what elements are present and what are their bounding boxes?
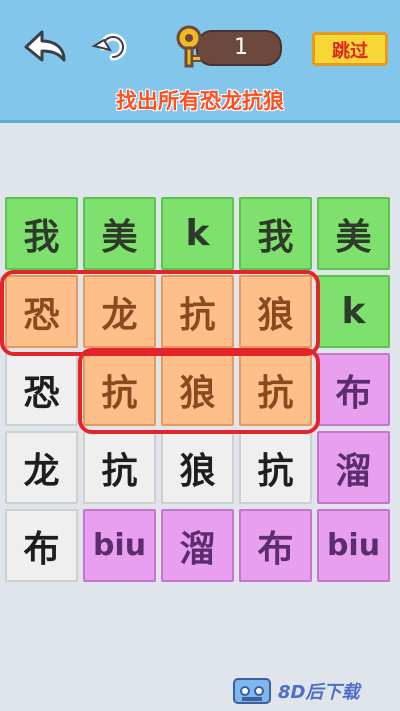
grid-tile[interactable]: biu <box>317 509 390 582</box>
grid-tile[interactable]: 布 <box>317 353 390 426</box>
grid-tile[interactable]: 抗 <box>83 353 156 426</box>
grid-tile[interactable]: k <box>161 197 234 270</box>
skip-button[interactable]: 跳过 <box>312 32 388 66</box>
cassette-icon <box>233 678 271 704</box>
footer-brand: 8D后下载 <box>232 676 392 706</box>
top-bar: 1 跳过 找出所有恐龙抗狼 <box>0 0 400 123</box>
grid-tile[interactable]: 美 <box>83 197 156 270</box>
grid-tile[interactable]: 抗 <box>239 431 312 504</box>
grid-tile[interactable]: 恐 <box>5 275 78 348</box>
instruction-text: 找出所有恐龙抗狼 <box>116 89 284 113</box>
grid-tile[interactable]: 布 <box>239 509 312 582</box>
back-arrow-icon <box>24 30 66 62</box>
word-grid: 我 美 k 我 美 恐 龙 抗 狼 k 恐 抗 狼 抗 布 龙 抗 狼 抗 溜 … <box>0 197 395 587</box>
grid-tile[interactable]: 溜 <box>161 509 234 582</box>
grid-tile[interactable]: 我 <box>239 197 312 270</box>
grid-tile[interactable]: 抗 <box>239 353 312 426</box>
grid-tile[interactable]: 溜 <box>317 431 390 504</box>
grid-tile[interactable]: 抗 <box>83 431 156 504</box>
grid-tile[interactable]: 狼 <box>161 431 234 504</box>
grid-tile[interactable]: 恐 <box>5 353 78 426</box>
refresh-icon <box>91 33 127 61</box>
grid-tile[interactable]: 狼 <box>161 353 234 426</box>
retry-button[interactable] <box>86 20 140 74</box>
grid-tile[interactable]: 美 <box>317 197 390 270</box>
grid-tile[interactable]: k <box>317 275 390 348</box>
grid-tile[interactable]: biu <box>83 509 156 582</box>
grid-tile[interactable]: 龙 <box>5 431 78 504</box>
grid-tile[interactable]: 狼 <box>239 275 312 348</box>
back-button[interactable] <box>18 20 72 74</box>
grid-tile[interactable]: 抗 <box>161 275 234 348</box>
grid-tile[interactable]: 布 <box>5 509 78 582</box>
footer-brand-text: 8D后下载 <box>278 682 360 703</box>
grid-tile[interactable]: 我 <box>5 197 78 270</box>
grid-tile[interactable]: 龙 <box>83 275 156 348</box>
key-count: 1 <box>234 35 248 60</box>
key-icon <box>172 20 214 70</box>
